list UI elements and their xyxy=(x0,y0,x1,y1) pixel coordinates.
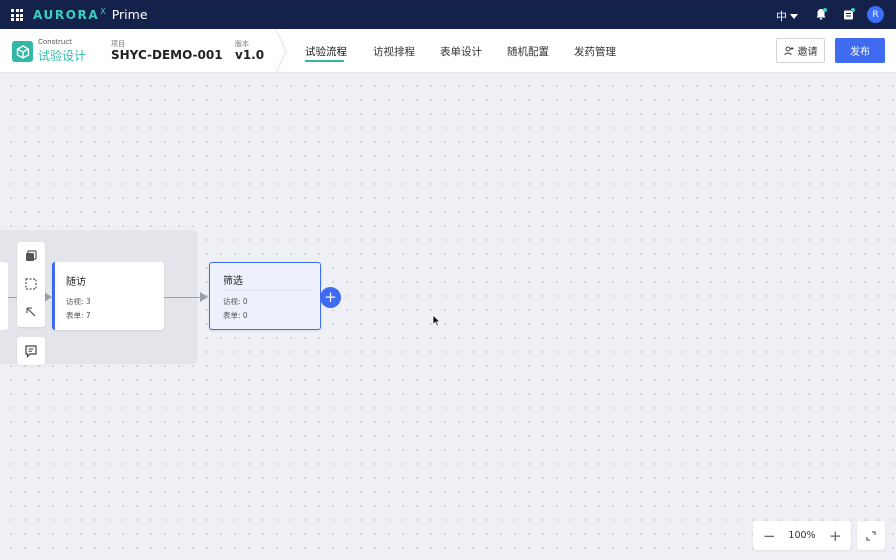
node-title: 筛选 xyxy=(223,276,243,287)
flow-node-followup[interactable]: 随访 访视: 3 表单: 7 xyxy=(52,262,164,330)
node-visits: 访视: 0 xyxy=(223,297,248,306)
module-title: 试验设计 xyxy=(38,49,87,63)
page-header: Construct 试验设计 项目 SHYC-DEMO-001 版本 v1.0 … xyxy=(0,29,896,73)
tab-randomization[interactable]: 随机配置 xyxy=(507,44,549,59)
version-value: v1.0 xyxy=(235,48,265,62)
edge-arrow xyxy=(44,292,52,302)
node-forms: 表单: 7 xyxy=(66,311,91,320)
header-divider-chevron xyxy=(275,29,288,73)
tab-visit-schedule[interactable]: 访视排程 xyxy=(373,44,415,59)
language-switcher[interactable]: 中 xyxy=(776,8,798,24)
expand-icon xyxy=(866,530,876,541)
select-area-icon[interactable] xyxy=(23,276,39,292)
publish-button[interactable]: 发布 xyxy=(835,38,885,63)
user-add-icon xyxy=(783,46,793,55)
flow-canvas[interactable]: 随访 访视: 3 表单: 7 筛选 访视: 0 表单: 0 + − 100% + xyxy=(0,73,896,560)
add-node-button[interactable]: + xyxy=(320,287,341,308)
top-bar: AURORA X Prime 中 R xyxy=(0,0,896,29)
apps-grid-icon[interactable] xyxy=(11,9,23,21)
cube-icon xyxy=(12,41,33,62)
canvas-toolbox xyxy=(17,242,45,327)
brand-superscript: X xyxy=(100,7,106,16)
chevron-down-icon xyxy=(790,13,798,19)
brand-product: Prime xyxy=(111,7,148,22)
zoom-out-button[interactable]: − xyxy=(763,527,776,545)
edge-line xyxy=(164,297,200,298)
tab-form-design[interactable]: 表单设计 xyxy=(440,44,482,59)
brand-name: AURORA xyxy=(33,8,100,22)
avatar[interactable]: R xyxy=(867,6,884,23)
module-small-label: Construct xyxy=(38,38,72,46)
mouse-cursor-icon xyxy=(432,314,441,327)
zoom-level: 100% xyxy=(788,530,816,541)
comment-button[interactable] xyxy=(17,337,45,365)
active-tab-indicator xyxy=(305,60,344,62)
node-visits: 访视: 3 xyxy=(66,297,91,306)
fit-view-button[interactable] xyxy=(857,521,885,550)
language-label: 中 xyxy=(776,10,787,23)
copy-icon[interactable] xyxy=(23,248,39,264)
node-forms: 表单: 0 xyxy=(223,311,248,320)
invite-button[interactable]: 邀请 xyxy=(776,38,825,63)
offscreen-node[interactable] xyxy=(0,262,8,330)
flow-node-screening[interactable]: 筛选 访视: 0 表单: 0 xyxy=(209,262,321,330)
pointer-icon[interactable] xyxy=(23,304,39,320)
brand-logo[interactable]: AURORA X Prime xyxy=(33,7,148,22)
tab-trial-flow[interactable]: 试验流程 xyxy=(305,44,347,59)
node-divider xyxy=(221,290,312,291)
tab-drug-dispensing[interactable]: 发药管理 xyxy=(574,44,616,59)
node-title: 随访 xyxy=(66,277,86,288)
comment-icon xyxy=(25,345,37,358)
invite-label: 邀请 xyxy=(797,47,818,58)
zoom-in-button[interactable]: + xyxy=(829,527,842,545)
zoom-control: − 100% + xyxy=(753,521,851,550)
bell-icon[interactable] xyxy=(814,7,828,21)
node-accent-bar xyxy=(52,262,55,330)
project-value: SHYC-DEMO-001 xyxy=(111,48,223,62)
edge-arrow xyxy=(200,292,208,302)
tasks-icon[interactable] xyxy=(842,7,856,21)
